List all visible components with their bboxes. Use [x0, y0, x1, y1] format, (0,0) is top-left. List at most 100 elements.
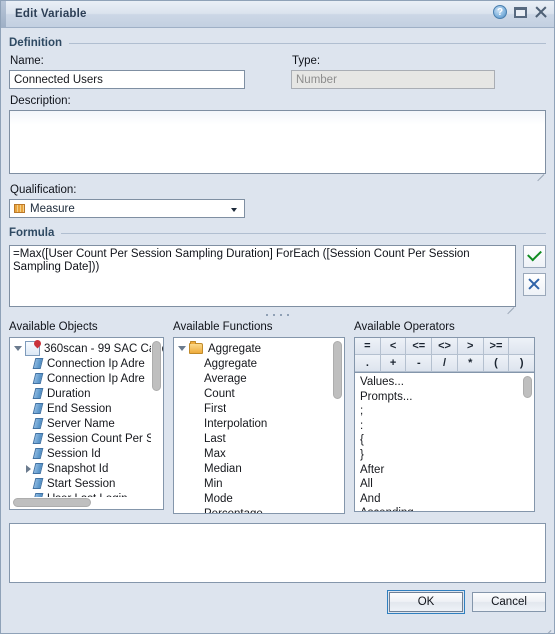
function-item[interactable]: Last	[174, 431, 344, 446]
operator-list-item[interactable]: Ascending	[360, 507, 534, 511]
operator-button[interactable]: (	[483, 355, 510, 372]
tree-item[interactable]: Start Session	[10, 476, 163, 491]
function-item-label: Percentage	[204, 508, 263, 514]
function-item[interactable]: First	[174, 401, 344, 416]
qualification-value: Measure	[30, 202, 75, 215]
functions-tree[interactable]: Aggregate Aggregate Average Count First …	[174, 338, 344, 513]
operators-vertical-scrollbar[interactable]	[522, 374, 533, 510]
dialog-resize-handle[interactable]	[539, 619, 552, 633]
tree-item[interactable]: Server Name	[10, 416, 163, 431]
function-item-label: Max	[204, 447, 226, 460]
available-objects-title: Available Objects	[9, 321, 98, 333]
close-icon[interactable]	[534, 5, 548, 19]
operator-button[interactable]: <	[380, 338, 407, 355]
formula-splitter[interactable]	[9, 310, 546, 319]
operator-button[interactable]: .	[355, 355, 381, 372]
operator-button[interactable]: *	[457, 355, 484, 372]
help-icon[interactable]: ?	[493, 5, 507, 19]
minimize-icon[interactable]	[514, 6, 527, 18]
function-item[interactable]: Count	[174, 386, 344, 401]
function-item[interactable]: Average	[174, 371, 344, 386]
operator-list-item[interactable]: ;	[360, 405, 534, 420]
operator-button[interactable]: )	[509, 355, 535, 372]
formula-textarea[interactable]	[9, 245, 516, 307]
cancel-button[interactable]: Cancel	[472, 592, 546, 612]
chevron-down-icon[interactable]	[14, 346, 22, 351]
functions-vertical-scrollbar[interactable]	[332, 339, 343, 512]
operator-list-item[interactable]: And	[360, 493, 534, 508]
operator-list-item[interactable]: All	[360, 478, 534, 493]
objects-horizontal-scrollbar[interactable]	[11, 497, 162, 508]
qualification-select[interactable]: Measure	[9, 199, 245, 218]
dimension-icon	[32, 373, 44, 384]
operator-list-item[interactable]: }	[360, 449, 534, 464]
tree-item[interactable]: Session Count Per S	[10, 431, 163, 446]
function-item-label: Interpolation	[204, 417, 268, 430]
operator-button[interactable]: +	[380, 355, 407, 372]
tree-item[interactable]: Connection Ip Adre	[10, 371, 163, 386]
tree-item[interactable]: End Session	[10, 401, 163, 416]
operator-list-item[interactable]: :	[360, 420, 534, 435]
operator-button[interactable]: <>	[432, 338, 458, 355]
operators-listbox[interactable]: Values... Prompts... ; : { } After All A…	[354, 372, 535, 512]
chevron-down-icon[interactable]	[231, 208, 237, 212]
chevron-right-icon[interactable]	[26, 464, 31, 473]
dialog-content: Definition Name: Type: Number Descriptio…	[1, 37, 554, 614]
tree-item[interactable]: Snapshot Id	[10, 461, 163, 476]
function-item[interactable]: Aggregate	[174, 356, 344, 371]
tree-item[interactable]: Duration	[10, 386, 163, 401]
function-item[interactable]: Percentage	[174, 506, 344, 514]
function-item[interactable]: Median	[174, 461, 344, 476]
function-item[interactable]: Max	[174, 446, 344, 461]
ok-button[interactable]: OK	[387, 590, 465, 614]
operator-button[interactable]: >	[457, 338, 484, 355]
scrollbar-thumb[interactable]	[523, 376, 532, 398]
tree-root-node[interactable]: 360scan - 99 SAC Cand	[10, 341, 163, 356]
tree-item[interactable]: Session Id	[10, 446, 163, 461]
operator-button[interactable]: =	[355, 338, 381, 355]
message-area	[9, 523, 546, 583]
tree-item-label: Start Session	[47, 477, 116, 490]
function-item[interactable]: Mode	[174, 491, 344, 506]
operator-button[interactable]: >=	[483, 338, 510, 355]
operator-button[interactable]: /	[432, 355, 458, 372]
chevron-down-icon[interactable]	[178, 346, 186, 351]
operators-list[interactable]: Values... Prompts... ; : { } After All A…	[355, 373, 534, 511]
scrollbar-thumb[interactable]	[152, 341, 161, 391]
validate-formula-button[interactable]	[523, 245, 546, 268]
operator-list-item[interactable]: Prompts...	[360, 391, 534, 406]
objects-tree[interactable]: 360scan - 99 SAC Cand Connection Ip Adre…	[10, 338, 163, 509]
scrollbar-thumb[interactable]	[13, 498, 91, 507]
function-item-label: Average	[204, 372, 247, 385]
checkmark-icon	[527, 246, 542, 262]
dimension-icon	[32, 433, 44, 444]
type-field-group: Type: Number	[291, 55, 495, 89]
dimension-icon	[32, 418, 44, 429]
tree-item[interactable]: Connection Ip Adre	[10, 356, 163, 371]
available-operators-panel: Available Operators = < <= <> > >= . + -…	[354, 321, 535, 514]
objects-vertical-scrollbar[interactable]	[151, 339, 162, 508]
operators-grid: = < <= <> > >= . + - / * ()	[354, 337, 535, 372]
title-bar[interactable]: Edit Variable ?	[1, 1, 554, 28]
available-objects-listbox[interactable]: 360scan - 99 SAC Cand Connection Ip Adre…	[9, 337, 164, 510]
operator-list-item[interactable]: {	[360, 434, 534, 449]
available-functions-listbox[interactable]: Aggregate Aggregate Average Count First …	[173, 337, 345, 514]
operator-list-item[interactable]: Values...	[360, 376, 534, 391]
scrollbar-thumb[interactable]	[333, 341, 342, 399]
function-item-label: Last	[204, 432, 226, 445]
operator-button[interactable]: <=	[406, 338, 433, 355]
function-item[interactable]: Interpolation	[174, 416, 344, 431]
tree-item-label: Snapshot Id	[47, 462, 109, 475]
available-functions-panel: Available Functions Aggregate Aggregate …	[173, 321, 345, 514]
functions-root-node[interactable]: Aggregate	[174, 341, 344, 356]
name-input[interactable]	[9, 70, 245, 89]
operator-button[interactable]: -	[406, 355, 433, 372]
operator-list-item[interactable]: After	[360, 464, 534, 479]
available-operators-title: Available Operators	[354, 321, 455, 333]
clear-formula-button[interactable]	[523, 273, 546, 296]
operator-cell-empty	[509, 338, 535, 355]
type-label: Type:	[292, 55, 321, 67]
functions-root-label: Aggregate	[208, 342, 262, 355]
function-item[interactable]: Min	[174, 476, 344, 491]
description-textarea[interactable]	[9, 110, 546, 174]
